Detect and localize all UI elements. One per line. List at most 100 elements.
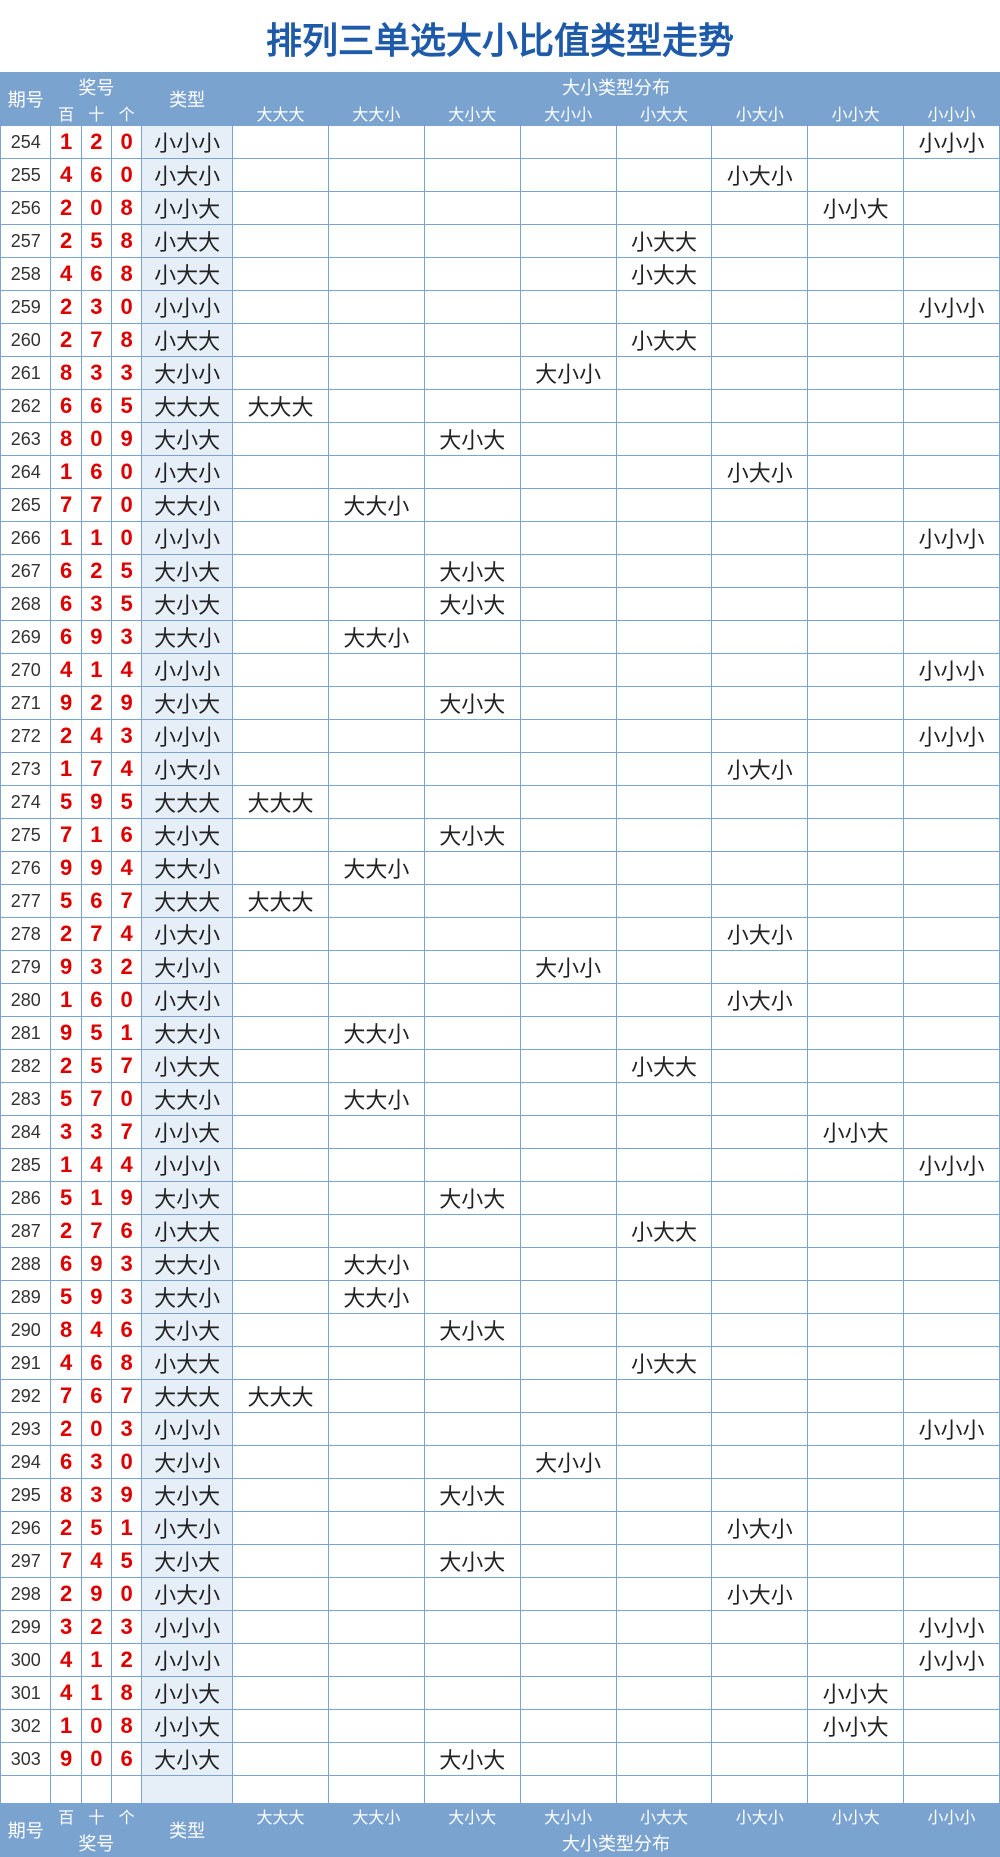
table-row: 257258小大大小大大	[1, 225, 1000, 258]
cell-dist	[233, 588, 329, 621]
cell-dist	[424, 1710, 520, 1743]
cell-dist	[904, 1512, 1000, 1545]
cell-dist	[808, 852, 904, 885]
cell-digit: 0	[111, 1578, 141, 1611]
cell-dist	[904, 225, 1000, 258]
cell-digit: 0	[111, 1083, 141, 1116]
cell-dist	[712, 1050, 808, 1083]
cell-dist	[616, 456, 712, 489]
cell-digit: 9	[81, 1248, 111, 1281]
cell-digit: 5	[81, 1050, 111, 1083]
cell-digit: 5	[51, 1182, 81, 1215]
cell-dist	[233, 1149, 329, 1182]
cell-dist	[520, 489, 616, 522]
cell-dist	[233, 1281, 329, 1314]
cell-dist	[616, 1281, 712, 1314]
cell-empty	[424, 1776, 520, 1804]
cell-dist	[328, 654, 424, 687]
cell-empty	[142, 1776, 233, 1804]
header-shi: 十	[81, 101, 111, 126]
cell-dist	[808, 489, 904, 522]
cell-issue: 283	[1, 1083, 51, 1116]
cell-type: 小小小	[142, 291, 233, 324]
cell-dist	[616, 192, 712, 225]
cell-digit: 4	[111, 852, 141, 885]
table-row: 261833大小小大小小	[1, 357, 1000, 390]
cell-digit: 4	[51, 654, 81, 687]
cell-type: 小小大	[142, 192, 233, 225]
cell-type: 小大小	[142, 984, 233, 1017]
cell-dist	[904, 786, 1000, 819]
footer-bai: 百	[51, 1804, 81, 1829]
cell-type: 小大小	[142, 456, 233, 489]
cell-dist	[616, 291, 712, 324]
table-row: 265770大大小大大小	[1, 489, 1000, 522]
cell-digit: 5	[111, 1545, 141, 1578]
footer-col-0: 大大大	[233, 1804, 329, 1829]
cell-dist	[520, 984, 616, 1017]
cell-dist: 大大大	[233, 786, 329, 819]
cell-digit: 3	[81, 291, 111, 324]
cell-dist	[616, 1017, 712, 1050]
table-row: 278274小大小小大小	[1, 918, 1000, 951]
cell-digit: 7	[81, 324, 111, 357]
cell-dist	[904, 456, 1000, 489]
cell-dist	[328, 1710, 424, 1743]
cell-dist	[233, 1314, 329, 1347]
cell-dist	[808, 1743, 904, 1776]
cell-digit: 4	[111, 918, 141, 951]
cell-dist	[616, 621, 712, 654]
cell-type: 小小小	[142, 522, 233, 555]
cell-dist	[904, 1743, 1000, 1776]
table-row: 303906大小大大小大	[1, 1743, 1000, 1776]
cell-dist	[808, 1545, 904, 1578]
cell-issue: 274	[1, 786, 51, 819]
cell-digit: 8	[51, 1479, 81, 1512]
cell-dist	[712, 687, 808, 720]
cell-type: 大小大	[142, 555, 233, 588]
cell-dist	[616, 918, 712, 951]
cell-dist	[712, 126, 808, 159]
cell-type: 大小小	[142, 951, 233, 984]
cell-empty	[233, 1776, 329, 1804]
cell-digit: 9	[51, 1017, 81, 1050]
cell-dist: 大小大	[424, 1182, 520, 1215]
cell-dist	[808, 588, 904, 621]
cell-digit: 6	[81, 1380, 111, 1413]
cell-dist	[424, 1446, 520, 1479]
cell-dist	[712, 1677, 808, 1710]
cell-dist	[424, 1248, 520, 1281]
cell-dist	[328, 885, 424, 918]
cell-digit: 0	[111, 984, 141, 1017]
cell-dist: 小大大	[616, 324, 712, 357]
cell-dist	[328, 753, 424, 786]
cell-dist	[616, 687, 712, 720]
cell-type: 小大大	[142, 324, 233, 357]
header-ge: 个	[111, 101, 141, 126]
cell-dist	[424, 522, 520, 555]
cell-issue: 291	[1, 1347, 51, 1380]
cell-dist	[233, 1017, 329, 1050]
cell-dist	[520, 720, 616, 753]
cell-dist	[520, 390, 616, 423]
cell-dist	[808, 258, 904, 291]
cell-dist	[616, 1611, 712, 1644]
cell-dist: 大小小	[520, 357, 616, 390]
cell-type: 大小大	[142, 1479, 233, 1512]
cell-empty	[904, 1776, 1000, 1804]
cell-issue: 299	[1, 1611, 51, 1644]
table-row: 274595大大大大大大	[1, 786, 1000, 819]
cell-type: 大小小	[142, 1446, 233, 1479]
cell-dist	[808, 1149, 904, 1182]
cell-type: 大小小	[142, 357, 233, 390]
cell-dist	[424, 654, 520, 687]
cell-dist	[328, 588, 424, 621]
cell-dist	[712, 1644, 808, 1677]
cell-dist	[712, 1479, 808, 1512]
cell-dist	[904, 1281, 1000, 1314]
cell-digit: 9	[81, 786, 111, 819]
cell-dist	[520, 423, 616, 456]
cell-dist: 小小小	[904, 1611, 1000, 1644]
cell-dist	[616, 126, 712, 159]
cell-issue: 292	[1, 1380, 51, 1413]
